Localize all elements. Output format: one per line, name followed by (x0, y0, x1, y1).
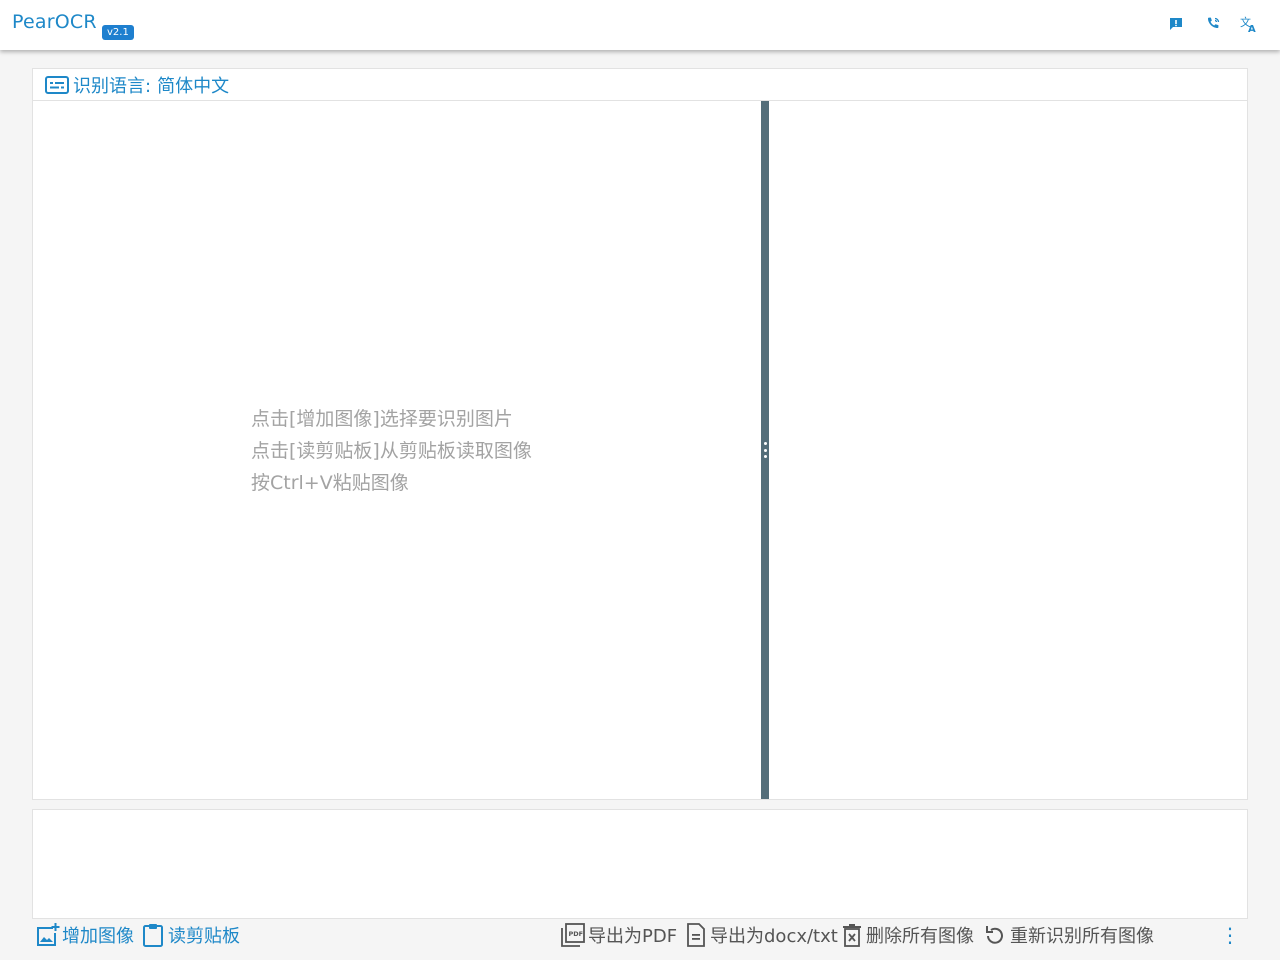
hint-line: 点击[读剪贴板]从剪贴板读取图像 (251, 440, 532, 462)
app-title: PearOCR (12, 11, 97, 33)
drag-handle-icon (763, 442, 767, 458)
split-divider-handle[interactable] (761, 101, 769, 799)
export-pdf-label: 导出为PDF (588, 926, 678, 947)
add-image-button[interactable]: 增加图像 (34, 919, 134, 951)
add-photo-icon (34, 922, 60, 948)
read-clipboard-label: 读剪贴板 (168, 926, 240, 947)
thumbnail-strip[interactable] (32, 809, 1248, 919)
svg-text:A: A (1248, 24, 1256, 33)
refresh-icon (982, 922, 1008, 948)
language-selector[interactable]: 识别语言: 简体中文 (33, 69, 1247, 101)
export-pdf-button[interactable]: PDF 导出为PDF (560, 919, 677, 951)
pdf-icon: PDF (560, 922, 586, 948)
language-label: 识别语言: (73, 75, 152, 97)
read-clipboard-button[interactable]: 读剪贴板 (140, 919, 240, 951)
contact-icon[interactable] (1203, 14, 1223, 34)
re-recognize-label: 重新识别所有图像 (1010, 926, 1154, 947)
export-docx-label: 导出为docx/txt (710, 926, 838, 947)
feedback-icon[interactable] (1166, 14, 1186, 34)
version-badge: v2.1 (102, 25, 134, 40)
hint-line: 按Ctrl+V粘贴图像 (251, 472, 409, 494)
delete-all-button[interactable]: 删除所有图像 (840, 919, 974, 951)
delete-icon (840, 922, 864, 948)
svg-text:PDF: PDF (569, 930, 584, 938)
delete-all-label: 删除所有图像 (866, 926, 974, 947)
language-value: 简体中文 (157, 75, 230, 97)
bottom-toolbar: 增加图像 读剪贴板 PDF 导出为PDF 导出为docx/txt 删除所有图像 … (32, 919, 1248, 951)
app-bar: PearOCR v2.1 文 A (0, 0, 1280, 50)
ocr-workspace: 识别语言: 简体中文 点击[增加图像]选择要识别图片 点击[读剪贴板]从剪贴板读… (32, 68, 1248, 800)
image-pane[interactable]: 点击[增加图像]选择要识别图片 点击[读剪贴板]从剪贴板读取图像 按Ctrl+V… (33, 101, 761, 799)
re-recognize-button[interactable]: 重新识别所有图像 (982, 919, 1154, 951)
hint-line: 点击[增加图像]选择要识别图片 (251, 408, 513, 430)
more-menu-button[interactable]: ⋮ (1220, 919, 1240, 951)
empty-hint: 点击[增加图像]选择要识别图片 点击[读剪贴板]从剪贴板读取图像 按Ctrl+V… (251, 403, 532, 499)
document-icon (684, 922, 708, 948)
clipboard-icon (140, 922, 166, 948)
subtitles-icon (45, 75, 71, 95)
add-image-label: 增加图像 (62, 926, 134, 947)
export-docx-button[interactable]: 导出为docx/txt (684, 919, 838, 951)
translate-icon[interactable]: 文 A (1239, 14, 1259, 34)
result-text-pane[interactable] (769, 101, 1247, 799)
more-vert-icon: ⋮ (1220, 923, 1240, 947)
